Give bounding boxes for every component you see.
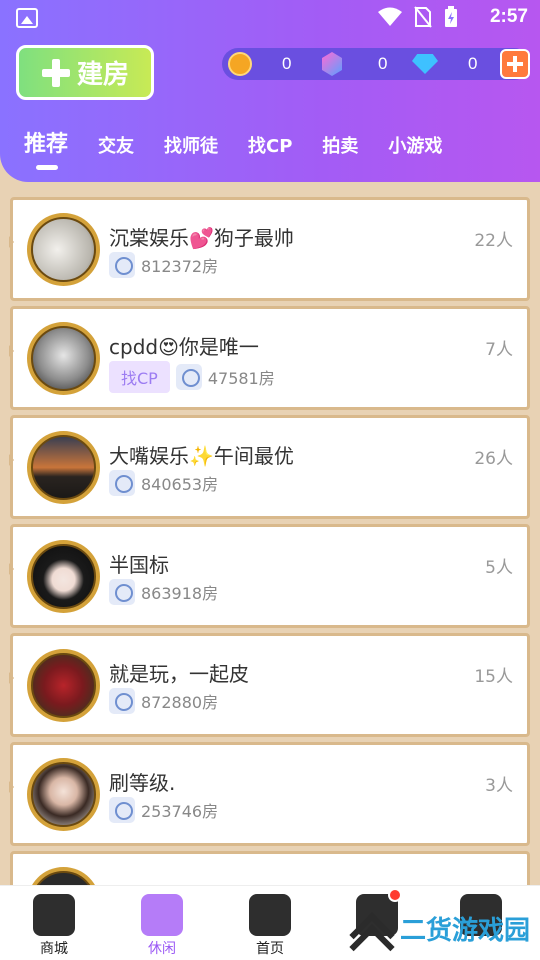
avatar-image: [31, 544, 96, 609]
status-icons: [378, 6, 458, 28]
status-time: 2:57: [489, 6, 528, 27]
room-name: 刷等级.: [109, 771, 176, 795]
room-name: 沉棠娱乐💕狗子最帅: [109, 226, 294, 250]
nav-home[interactable]: 首页: [235, 894, 305, 958]
room-name: 大嘴娱乐✨午间最优: [109, 444, 294, 468]
drink-cup-icon: [141, 894, 183, 936]
tab-mini-games[interactable]: 小游戏: [388, 132, 442, 158]
diamond-value: 0: [468, 54, 478, 73]
cards-icon: [249, 894, 291, 936]
room-card[interactable]: cpdd😍你是唯一 7人 找CP 47581房: [9, 306, 530, 410]
tab-friends[interactable]: 交友: [98, 132, 134, 158]
avatar: [27, 431, 100, 504]
room-meta: 找CP 47581房: [109, 361, 275, 393]
wallet-gem: 0: [322, 48, 387, 80]
watermark-text: 二货游戏园: [400, 916, 531, 946]
room-list: 沉棠娱乐💕狗子最帅 22人 812372房 cpdd😍你是唯一 7人 找CP 4…: [9, 197, 530, 896]
image-icon: [16, 8, 38, 28]
build-room-label: 建房: [76, 60, 129, 90]
room-card[interactable]: 大嘴娱乐✨午间最优 26人 840653房: [9, 415, 530, 519]
room-count: 22人: [474, 231, 513, 251]
notification-dot: [388, 888, 402, 902]
room-id-icon: [109, 797, 135, 823]
room-id: 872880房: [141, 693, 219, 712]
nav-shop[interactable]: 商城: [19, 894, 89, 958]
room-card[interactable]: 沉棠娱乐💕狗子最帅 22人 812372房: [9, 197, 530, 301]
wallet-coin: 0: [228, 48, 291, 80]
room-id: 253746房: [141, 802, 219, 821]
avatar: [27, 213, 100, 286]
avatar: [27, 649, 100, 722]
header: 2:57 建房 0 0 0 推荐 交友 找师徒 找CP 拍卖 小游戏: [0, 0, 540, 182]
room-count: 26人: [474, 449, 513, 469]
no-sim-icon: [414, 6, 432, 28]
room-name: 就是玩，一起皮: [109, 662, 249, 686]
room-id: 840653房: [141, 475, 219, 494]
avatar: [27, 758, 100, 831]
room-card[interactable]: 就是玩，一起皮 15人 872880房: [9, 633, 530, 737]
nav-home-label: 首页: [256, 941, 284, 957]
tab-mentor[interactable]: 找师徒: [164, 132, 218, 158]
coin-icon: [228, 52, 252, 76]
room-tag: 找CP: [109, 361, 170, 393]
avatar-image: [31, 435, 96, 500]
diamond-icon: [412, 54, 438, 74]
status-bar: 2:57: [0, 0, 540, 36]
room-id: 812372房: [141, 257, 219, 276]
room-name: cpdd😍你是唯一: [109, 335, 259, 359]
watermark: 二货游戏园: [350, 910, 530, 947]
battery-icon: [445, 6, 457, 27]
wifi-icon: [378, 7, 402, 26]
recharge-plus-button[interactable]: [500, 49, 530, 79]
avatar-image: [31, 762, 96, 827]
room-count: 7人: [485, 340, 513, 360]
nav-leisure-label: 休闲: [148, 941, 176, 957]
room-id-icon: [109, 470, 135, 496]
gem-icon: [322, 52, 342, 76]
tab-auction[interactable]: 拍卖: [322, 132, 358, 158]
avatar-image: [31, 217, 96, 282]
room-meta: 840653房: [109, 470, 218, 496]
shop-icon: [33, 894, 75, 936]
room-id: 47581房: [207, 369, 275, 388]
room-meta: 253746房: [109, 797, 218, 823]
wallet-diamond: 0: [412, 48, 477, 80]
category-tabs: 推荐 交友 找师徒 找CP 拍卖 小游戏: [24, 126, 472, 170]
room-id-icon: [175, 364, 202, 390]
tab-recommend[interactable]: 推荐: [24, 126, 68, 170]
plus-icon: [41, 58, 71, 88]
avatar-image: [31, 326, 96, 391]
room-count: 15人: [474, 667, 513, 687]
avatar: [27, 322, 100, 395]
nav-leisure[interactable]: 休闲: [127, 894, 197, 958]
build-room-button[interactable]: 建房: [16, 45, 154, 100]
avatar-image: [31, 653, 96, 718]
room-id-icon: [109, 252, 135, 278]
room-meta: 872880房: [109, 688, 218, 714]
avatar: [27, 540, 100, 613]
room-id-icon: [109, 688, 135, 714]
wallet-bar: 0 0 0: [222, 48, 530, 80]
room-card[interactable]: 半国标 5人 863918房: [9, 524, 530, 628]
room-id: 863918房: [141, 584, 219, 603]
tab-find-cp[interactable]: 找CP: [248, 132, 292, 158]
watermark-logo-icon: [350, 911, 392, 947]
room-name: 半国标: [109, 553, 169, 577]
gem-value: 0: [378, 54, 388, 73]
coin-value: 0: [282, 54, 292, 73]
room-meta: 812372房: [109, 252, 218, 278]
room-meta: 863918房: [109, 579, 218, 605]
room-count: 3人: [485, 776, 513, 796]
room-count: 5人: [485, 558, 513, 578]
nav-shop-label: 商城: [40, 941, 68, 957]
room-card[interactable]: 刷等级. 3人 253746房: [9, 742, 530, 846]
room-id-icon: [109, 579, 135, 605]
